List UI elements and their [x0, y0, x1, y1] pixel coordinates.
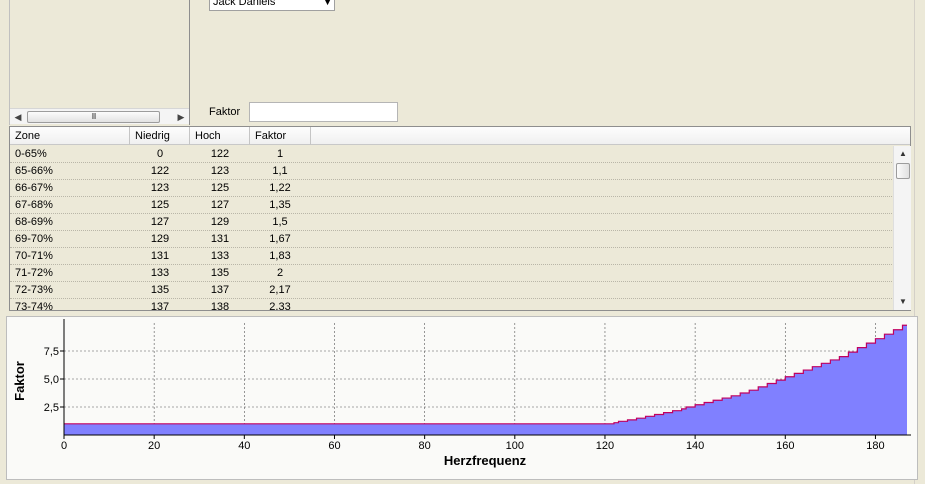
cell-faktor: 2,17 — [269, 284, 291, 296]
cell-faktor: 1,35 — [269, 199, 291, 211]
column-header-faktor[interactable]: Faktor — [250, 127, 311, 145]
scroll-down-icon[interactable]: ▼ — [894, 294, 912, 310]
cell-niedrig: 131 — [150, 250, 170, 262]
cell-zone: 73-74% — [15, 301, 53, 311]
cell-zone: 68-69% — [15, 216, 53, 228]
y-axis-label: Faktor — [12, 361, 27, 401]
cell-niedrig: 135 — [150, 284, 170, 296]
column-header-niedrig[interactable]: Niedrig — [130, 127, 190, 145]
table-row[interactable]: 73-74% 137 138 2,33 — [10, 299, 894, 311]
faktor-input[interactable] — [249, 102, 398, 122]
x-tick-label: 80 — [419, 440, 431, 452]
cell-faktor: 1,83 — [269, 250, 291, 262]
scroll-left-icon[interactable]: ◀ — [10, 109, 26, 125]
grid-vertical-scrollbar[interactable]: ▲ ▼ — [893, 146, 911, 310]
table-row[interactable]: 68-69% 127 129 1,5 — [10, 214, 894, 231]
cell-zone: 0-65% — [15, 148, 47, 160]
cell-niedrig: 122 — [150, 165, 170, 177]
y-tick-label: 5,0 — [44, 374, 59, 386]
cell-niedrig: 0 — [156, 148, 164, 160]
cell-niedrig: 125 — [150, 199, 170, 211]
cell-hoch: 129 — [210, 216, 230, 228]
runner-list[interactable] — [9, 0, 190, 125]
grid-body: 0-65% 0 122 1 65-66% 122 123 1,1 66-67% 123 125 1,2… — [10, 146, 894, 311]
cell-zone: 70-71% — [15, 250, 53, 262]
table-row[interactable]: 67-68% 125 127 1,35 — [10, 197, 894, 214]
cell-hoch: 125 — [210, 182, 230, 194]
x-tick-label: 100 — [506, 440, 524, 452]
cell-hoch: 137 — [210, 284, 230, 296]
cell-zone: 65-66% — [15, 165, 53, 177]
table-row[interactable]: 72-73% 135 137 2,17 — [10, 282, 894, 299]
y-tick-label: 7,5 — [44, 346, 59, 358]
column-header-zone[interactable]: Zone — [10, 127, 130, 145]
table-row[interactable]: 71-72% 133 135 2 — [10, 265, 894, 282]
cell-niedrig: 127 — [150, 216, 170, 228]
scroll-right-icon[interactable]: ▶ — [173, 109, 189, 125]
scroll-up-icon[interactable]: ▲ — [894, 146, 912, 162]
faktor-label: Faktor — [209, 106, 241, 118]
cell-hoch: 131 — [210, 233, 230, 245]
cell-faktor: 1,5 — [272, 216, 288, 228]
cell-faktor: 1,22 — [269, 182, 291, 194]
cell-zone: 66-67% — [15, 182, 53, 194]
chart-canvas: 0 20 40 60 80 100 120 140 160 180 2,5 5,0 7,5 Herzfre… — [12, 319, 911, 468]
runner-select[interactable]: Jack Daniels ▼ — [209, 0, 335, 11]
scroll-thumb[interactable]: III — [27, 111, 160, 123]
x-tick-label: 20 — [148, 440, 160, 452]
cell-hoch: 133 — [210, 250, 230, 262]
cell-zone: 69-70% — [15, 233, 53, 245]
x-tick-label: 0 — [61, 440, 67, 452]
cell-faktor: 1 — [276, 148, 284, 160]
table-row[interactable]: 70-71% 131 133 1,83 — [10, 248, 894, 265]
cell-zone: 71-72% — [15, 267, 53, 279]
cell-faktor: 1,1 — [272, 165, 288, 177]
x-tick-label: 60 — [328, 440, 340, 452]
cell-hoch: 135 — [210, 267, 230, 279]
table-row[interactable]: 69-70% 129 131 1,67 — [10, 231, 894, 248]
factor-chart: 0 20 40 60 80 100 120 140 160 180 2,5 5,0 7,5 Herzfre… — [6, 316, 918, 480]
table-row[interactable]: 66-67% 123 125 1,22 — [10, 180, 894, 197]
cell-niedrig: 133 — [150, 267, 170, 279]
cell-faktor: 2,33 — [269, 301, 291, 311]
x-axis-label: Herzfrequenz — [444, 453, 527, 468]
column-header-hoch[interactable]: Hoch — [190, 127, 250, 145]
y-tick-label: 2,5 — [44, 402, 59, 414]
cell-zone: 67-68% — [15, 199, 53, 211]
cell-zone: 72-73% — [15, 284, 53, 296]
cell-hoch: 127 — [210, 199, 230, 211]
cell-niedrig: 129 — [150, 233, 170, 245]
x-tick-label: 180 — [866, 440, 884, 452]
cell-niedrig: 137 — [150, 301, 170, 311]
cell-niedrig: 123 — [150, 182, 170, 194]
table-row[interactable]: 0-65% 0 122 1 — [10, 146, 894, 163]
x-tick-label: 120 — [596, 440, 614, 452]
scroll-thumb[interactable] — [896, 163, 910, 179]
x-tick-label: 140 — [686, 440, 704, 452]
table-row[interactable]: 65-66% 122 123 1,1 — [10, 163, 894, 180]
cell-faktor: 1,67 — [269, 233, 291, 245]
cell-hoch: 122 — [210, 148, 230, 160]
cell-hoch: 123 — [210, 165, 230, 177]
zone-grid[interactable]: Zone Niedrig Hoch Faktor 0-65% 0 122 1 65-66… — [9, 126, 911, 311]
grid-header: Zone Niedrig Hoch Faktor — [10, 127, 910, 145]
cell-hoch: 138 — [210, 301, 230, 311]
runner-select-value: Jack Daniels — [213, 0, 276, 8]
x-tick-label: 160 — [776, 440, 794, 452]
cell-faktor: 2 — [276, 267, 284, 279]
chevron-down-icon[interactable]: ▼ — [323, 0, 332, 10]
list-horizontal-scrollbar[interactable]: ◀ III ▶ — [10, 108, 189, 124]
x-tick-label: 40 — [238, 440, 250, 452]
